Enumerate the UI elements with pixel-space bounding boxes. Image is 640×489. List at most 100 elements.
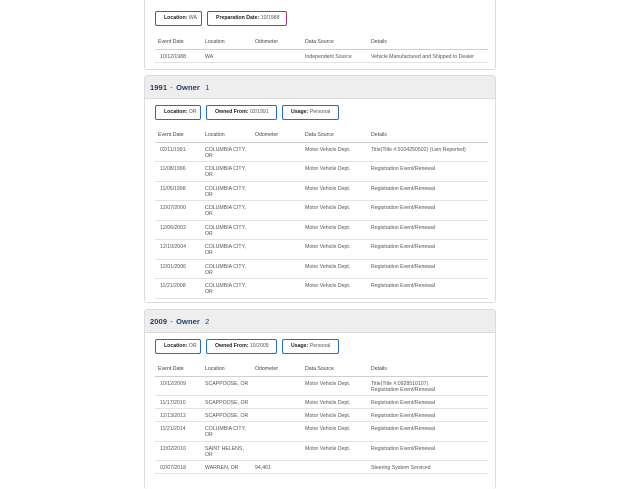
table-row: 12/06/2002 COLUMBIA CITY, OR Motor Vehicle…	[155, 220, 488, 240]
details-cell: Registration Event/Renewal	[371, 441, 488, 461]
details-cell: Registration Event/Renewal	[371, 239, 488, 260]
odometer-cell	[255, 181, 305, 201]
odometer-cell: 94,461	[255, 460, 305, 474]
odometer-cell	[255, 49, 305, 63]
data-source-cell: Motor Vehicle Dept.	[305, 220, 371, 240]
data-source-cell: Motor Vehicle Dept.	[305, 421, 371, 442]
section-year: 2009	[150, 317, 168, 326]
history-table: Event Date Location Odometer Data Source…	[155, 35, 488, 63]
usage-chip: Usage: Personal	[282, 105, 339, 120]
data-source-cell: Motor Vehicle Dept.	[305, 441, 371, 461]
table-row: 11/17/2010 SCAPPOOSE, OR Motor Vehicle Dep…	[155, 395, 488, 409]
location-cell: COLUMBIA CITY, OR	[205, 220, 255, 240]
col-header-event-date: Event Date	[155, 35, 205, 50]
header-separator: -	[170, 83, 173, 92]
chips-row: Location: OR Owned From: 02/1991 Usage: …	[145, 105, 495, 125]
odometer-cell	[255, 142, 305, 162]
history-card-owner-1: 1991 - Owner 1 Location: OR Owned From: …	[144, 75, 496, 303]
event-date-cell: 02/07/2018	[155, 460, 205, 474]
location-cell: COLUMBIA CITY, OR	[205, 142, 255, 162]
details-cell: Registration Event/Renewal	[371, 220, 488, 240]
location-cell: COLUMBIA CITY, OR	[205, 161, 255, 182]
details-cell: Title(Title #:0928510107) Registration E…	[371, 376, 488, 396]
table-row: 02/07/2018 WARREN, OR 94,461 Steering Syste…	[155, 460, 488, 474]
chip-label: Location:	[164, 343, 188, 349]
chip-label: Usage:	[291, 343, 309, 349]
owner-label: Owner	[176, 317, 200, 326]
col-header-details: Details	[371, 362, 488, 377]
odometer-cell	[255, 376, 305, 396]
chip-value: OR	[188, 343, 197, 349]
owned-from-chip: Owned From: 02/1991	[206, 105, 277, 120]
event-date-cell: 11/17/2010	[155, 395, 205, 409]
data-source-cell: Motor Vehicle Dept.	[305, 408, 371, 422]
table-row: 10/12/1988 WA Independent Source Vehicle Ma…	[155, 49, 488, 63]
col-header-event-date: Event Date	[155, 362, 205, 377]
col-header-location: Location	[205, 128, 255, 143]
details-cell: Title(Title #:9104250502) (Lien Reported…	[371, 142, 488, 162]
col-header-odometer: Odometer	[255, 362, 305, 377]
data-source-cell: Motor Vehicle Dept.	[305, 161, 371, 182]
data-source-cell: Motor Vehicle Dept.	[305, 395, 371, 409]
details-cell: Registration Event/Renewal	[371, 259, 488, 279]
odometer-cell	[255, 220, 305, 240]
col-header-odometer: Odometer	[255, 35, 305, 50]
data-source-cell: Independent Source	[305, 49, 371, 63]
details-cell: Registration Event/Renewal	[371, 181, 488, 201]
event-date-cell: 11/21/2014	[155, 421, 205, 442]
owner-number: 1	[205, 83, 210, 92]
table-row: 12/07/2000 COLUMBIA CITY, OR Motor Vehicle…	[155, 200, 488, 221]
data-source-cell: Motor Vehicle Dept.	[305, 181, 371, 201]
odometer-cell	[255, 259, 305, 279]
col-header-data-source: Data Source	[305, 362, 371, 377]
history-table: Event Date Location Odometer Data Source…	[155, 362, 488, 474]
chips-row: Location: OR Owned From: 10/2009 Usage: …	[145, 339, 495, 359]
history-card-manufacture: Location: WA Preparation Date: 10/1988 E…	[144, 0, 496, 70]
location-cell: SAINT HELENS, OR	[205, 441, 255, 461]
usage-chip: Usage: Personal	[282, 339, 339, 354]
chip-label: Location:	[164, 109, 188, 115]
details-cell: Registration Event/Renewal	[371, 408, 488, 422]
chip-label: Usage:	[291, 109, 309, 115]
table-row: 12/01/2006 COLUMBIA CITY, OR Motor Vehicle…	[155, 259, 488, 279]
event-date-cell: 11/05/1998	[155, 181, 205, 201]
location-chip: Location: OR	[155, 105, 201, 120]
location-cell: COLUMBIA CITY, OR	[205, 200, 255, 221]
details-cell: Vehicle Manufactured and Shipped to Deal…	[371, 49, 488, 63]
event-date-cell: 02/11/1991	[155, 142, 205, 162]
table-row: 12/13/2012 SCAPPOOSE, OR Motor Vehicle Dep…	[155, 408, 488, 422]
event-date-cell: 12/07/2000	[155, 200, 205, 221]
table-row: 11/05/1998 COLUMBIA CITY, OR Motor Vehicle…	[155, 181, 488, 201]
odometer-cell	[255, 239, 305, 260]
table-body: 10/12/1988 WA Independent Source Vehicle Ma…	[155, 49, 488, 63]
history-table: Event Date Location Odometer Data Source…	[155, 128, 488, 299]
data-source-cell: Motor Vehicle Dept.	[305, 259, 371, 279]
event-date-cell: 12/13/2012	[155, 408, 205, 422]
odometer-cell	[255, 408, 305, 422]
section-year: 1991	[150, 83, 168, 92]
event-date-cell: 11/21/2008	[155, 278, 205, 299]
odometer-cell	[255, 421, 305, 442]
table-row: 11/21/2014 COLUMBIA CITY, OR Motor Vehicle…	[155, 421, 488, 442]
location-chip: Location: OR	[155, 339, 201, 354]
chip-value: Personal	[309, 343, 331, 349]
event-date-cell: 10/12/1988	[155, 49, 205, 63]
table-row: 11/08/1996 COLUMBIA CITY, OR Motor Vehicle…	[155, 161, 488, 182]
location-cell: SCAPPOOSE, OR	[205, 395, 255, 409]
location-cell: COLUMBIA CITY, OR	[205, 278, 255, 299]
event-date-cell: 10/12/2009	[155, 376, 205, 396]
data-source-cell: Motor Vehicle Dept.	[305, 200, 371, 221]
chip-value: 02/1991	[249, 109, 269, 115]
location-cell: SCAPPOOSE, OR	[205, 376, 255, 396]
odometer-cell	[255, 278, 305, 299]
col-header-details: Details	[371, 128, 488, 143]
details-cell: Steering System Serviced	[371, 460, 488, 474]
details-cell: Registration Event/Renewal	[371, 278, 488, 299]
odometer-cell	[255, 395, 305, 409]
location-cell: SCAPPOOSE, OR	[205, 408, 255, 422]
odometer-cell	[255, 161, 305, 182]
section-header: 2009 - Owner 2	[145, 310, 495, 333]
chip-label: Preparation Date:	[216, 15, 260, 21]
table-row: 10/12/2009 SCAPPOOSE, OR Motor Vehicle Dep…	[155, 376, 488, 396]
owner-number: 2	[205, 317, 210, 326]
